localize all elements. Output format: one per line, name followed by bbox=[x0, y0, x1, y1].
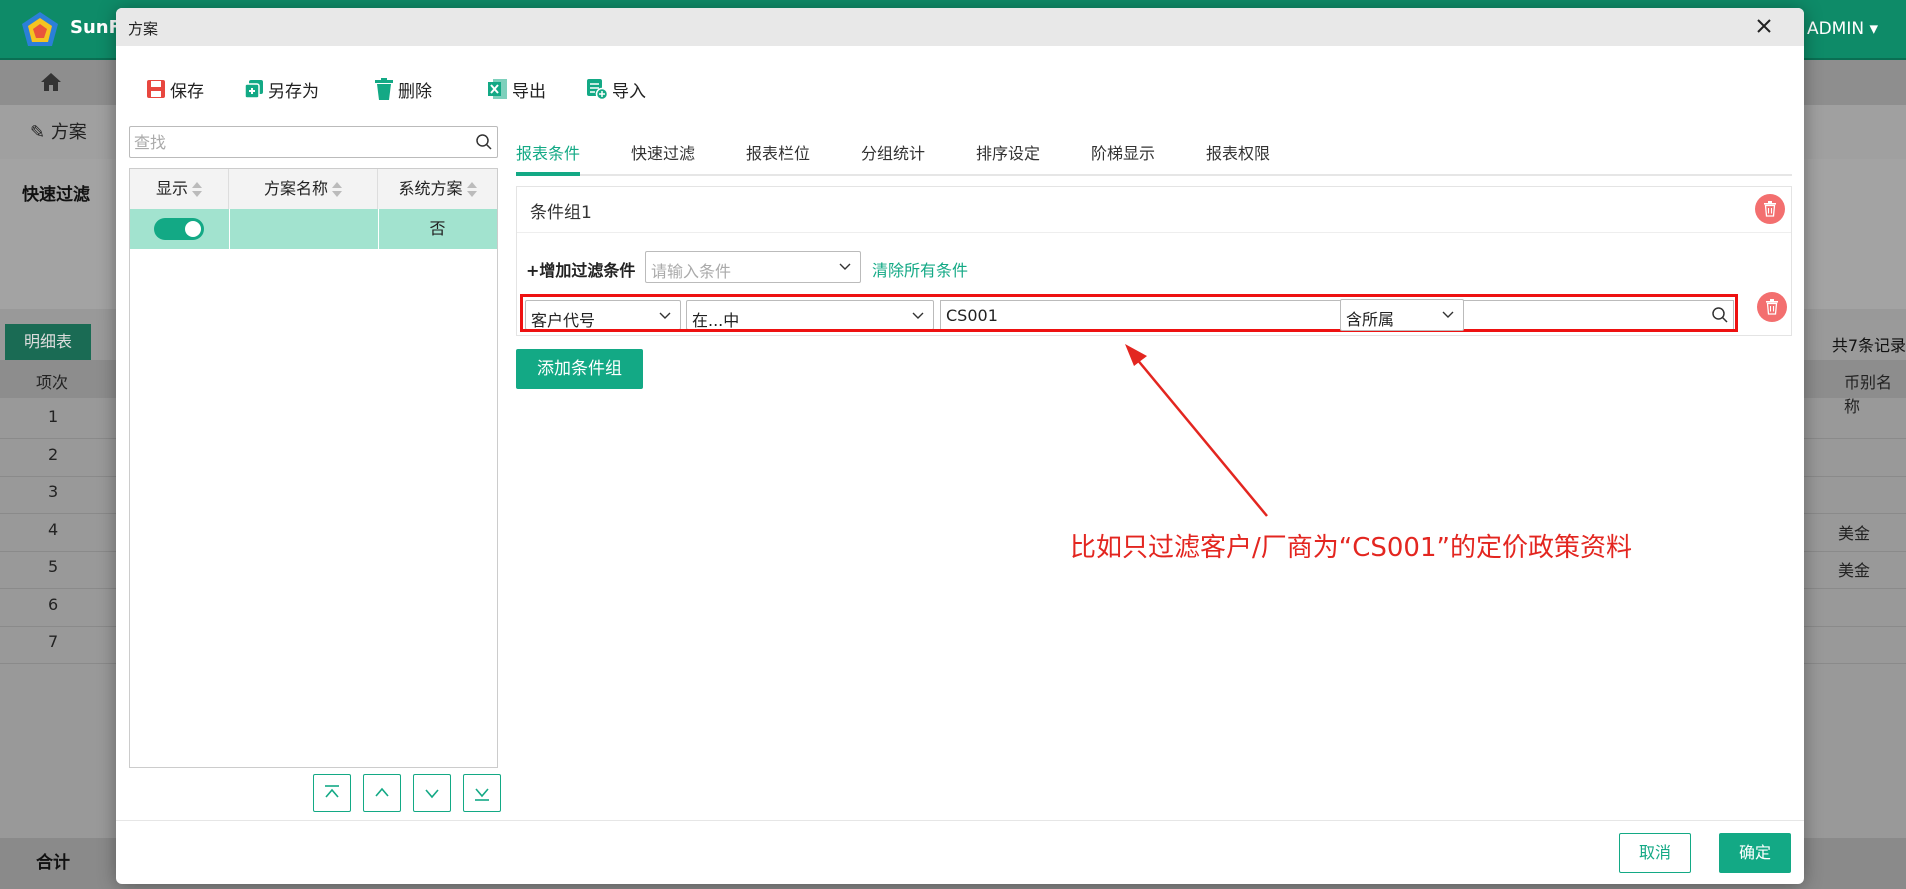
col-currency-header: 币别名称 bbox=[1844, 373, 1893, 416]
app-logo-icon bbox=[22, 12, 58, 46]
condition-scope-select[interactable]: 含所属 bbox=[1340, 299, 1464, 331]
col-item-header: 项次 bbox=[36, 373, 69, 392]
trash-icon bbox=[1764, 201, 1776, 217]
scheme-menu[interactable]: ✎ 方案 bbox=[30, 118, 87, 144]
chevron-up-icon bbox=[375, 787, 389, 797]
tab-ladder-display[interactable]: 阶梯显示 bbox=[1091, 140, 1155, 164]
move-top-button[interactable] bbox=[313, 774, 351, 812]
import-icon bbox=[587, 79, 608, 100]
cancel-button[interactable]: 取消 bbox=[1619, 833, 1691, 873]
dialog-titlebar: 方案 bbox=[116, 8, 1804, 46]
list-item[interactable]: 否 bbox=[130, 209, 497, 249]
chevron-down-icon bbox=[1442, 311, 1454, 318]
delete-group-button[interactable] bbox=[1755, 194, 1785, 224]
condition-picker-placeholder: 请输入条件 bbox=[651, 262, 732, 281]
scheme-dialog: 方案 保存 另存为 删除 导出 导入 显示 方案名称 系统方案 bbox=[116, 8, 1804, 884]
row-number: 3 bbox=[48, 482, 59, 501]
tab-quick-filter[interactable]: 快速过滤 bbox=[631, 140, 695, 164]
tab-report-conditions[interactable]: 报表条件 bbox=[516, 140, 580, 164]
toggle-knob bbox=[185, 221, 201, 237]
condition-group-title: 条件组1 bbox=[530, 203, 592, 223]
delete-condition-button[interactable] bbox=[1757, 292, 1787, 322]
save-icon bbox=[147, 80, 165, 98]
scheme-search bbox=[129, 126, 498, 158]
annotation-arrow-icon bbox=[1125, 344, 1268, 517]
tabs-divider bbox=[516, 174, 1792, 176]
trash-icon bbox=[1766, 299, 1778, 315]
move-bottom-button[interactable] bbox=[463, 774, 501, 812]
tab-report-permissions[interactable]: 报表权限 bbox=[1206, 140, 1270, 164]
currency-cell: 美金 bbox=[1838, 561, 1871, 580]
chevron-down-icon bbox=[425, 789, 439, 799]
scheme-search-input[interactable] bbox=[130, 127, 456, 157]
delete-label: 删除 bbox=[398, 81, 432, 102]
tab-group-stats[interactable]: 分组统计 bbox=[861, 140, 925, 164]
col-name[interactable]: 方案名称 bbox=[229, 169, 378, 209]
chevron-down-icon bbox=[839, 263, 851, 270]
row-number: 1 bbox=[48, 407, 59, 426]
export-label: 导出 bbox=[512, 81, 546, 102]
dialog-footer-divider bbox=[116, 820, 1804, 821]
dialog-title: 方案 bbox=[128, 20, 159, 38]
scheme-list-header: 显示 方案名称 系统方案 bbox=[130, 169, 497, 210]
show-toggle[interactable] bbox=[154, 218, 204, 240]
save-label: 保存 bbox=[170, 81, 204, 102]
move-up-button[interactable] bbox=[363, 774, 401, 812]
currency-cell: 美金 bbox=[1838, 523, 1871, 543]
move-down-button[interactable] bbox=[413, 774, 451, 812]
clear-all-conditions[interactable]: 清除所有条件 bbox=[872, 257, 968, 281]
home-icon[interactable] bbox=[40, 72, 62, 92]
save-button[interactable]: 保存 bbox=[146, 74, 204, 104]
import-label: 导入 bbox=[612, 81, 646, 102]
col-show-label: 显示 bbox=[155, 179, 188, 198]
active-tab-indicator bbox=[516, 172, 580, 176]
import-button[interactable]: 导入 bbox=[586, 74, 646, 104]
row-number: 6 bbox=[48, 594, 59, 614]
export-button[interactable]: 导出 bbox=[488, 74, 546, 104]
move-bottom-icon bbox=[475, 788, 489, 801]
tools-icon: ✎ bbox=[30, 122, 51, 143]
group-header-divider bbox=[517, 232, 1791, 233]
add-filter-condition[interactable]: +增加过滤条件 bbox=[526, 257, 635, 281]
sum-label: 合计 bbox=[36, 853, 70, 873]
trash-icon bbox=[375, 78, 393, 100]
scheme-menu-label: 方案 bbox=[50, 122, 87, 143]
ok-button[interactable]: 确定 bbox=[1719, 833, 1791, 873]
search-icon[interactable] bbox=[475, 133, 493, 151]
tab-report-columns[interactable]: 报表栏位 bbox=[746, 140, 810, 164]
tab-detail[interactable]: 明细表 bbox=[5, 324, 91, 360]
record-count: 共7条记录 bbox=[1831, 336, 1906, 355]
row-number: 7 bbox=[48, 632, 59, 651]
system-scheme-value: 否 bbox=[429, 219, 446, 238]
row-number: 4 bbox=[48, 519, 59, 539]
save-as-button[interactable]: 另存为 bbox=[244, 74, 319, 104]
col-name-label: 方案名称 bbox=[263, 179, 328, 198]
close-icon[interactable] bbox=[1752, 14, 1776, 38]
col-show[interactable]: 显示 bbox=[130, 169, 229, 209]
highlight-frame bbox=[520, 294, 1738, 332]
condition-picker[interactable]: 请输入条件 bbox=[645, 251, 861, 283]
move-top-icon bbox=[325, 785, 339, 798]
quick-filter-label: 快速过滤 bbox=[22, 185, 90, 205]
user-menu[interactable]: ADMIN ▾ bbox=[1807, 19, 1878, 39]
annotation-text: 比如只过滤客户/厂商为“CS001”的定价政策资料 bbox=[1070, 533, 1632, 563]
add-condition-group-button[interactable]: 添加条件组 bbox=[516, 349, 643, 389]
save-as-icon bbox=[244, 80, 263, 99]
col-system-label: 系统方案 bbox=[398, 179, 463, 198]
scheme-list: 显示 方案名称 系统方案 否 bbox=[129, 168, 498, 768]
save-as-label: 另存为 bbox=[268, 81, 319, 102]
excel-export-icon bbox=[488, 79, 507, 99]
condition-scope-value: 含所属 bbox=[1346, 310, 1395, 329]
delete-button[interactable]: 删除 bbox=[374, 74, 432, 104]
col-system[interactable]: 系统方案 bbox=[378, 169, 497, 209]
cell-divider bbox=[229, 209, 230, 249]
sort-icon bbox=[466, 181, 477, 198]
row-number: 5 bbox=[48, 557, 59, 576]
sort-icon bbox=[192, 181, 202, 198]
sort-icon bbox=[332, 181, 342, 198]
tab-sort-settings[interactable]: 排序设定 bbox=[976, 140, 1040, 164]
row-number: 2 bbox=[48, 444, 59, 464]
